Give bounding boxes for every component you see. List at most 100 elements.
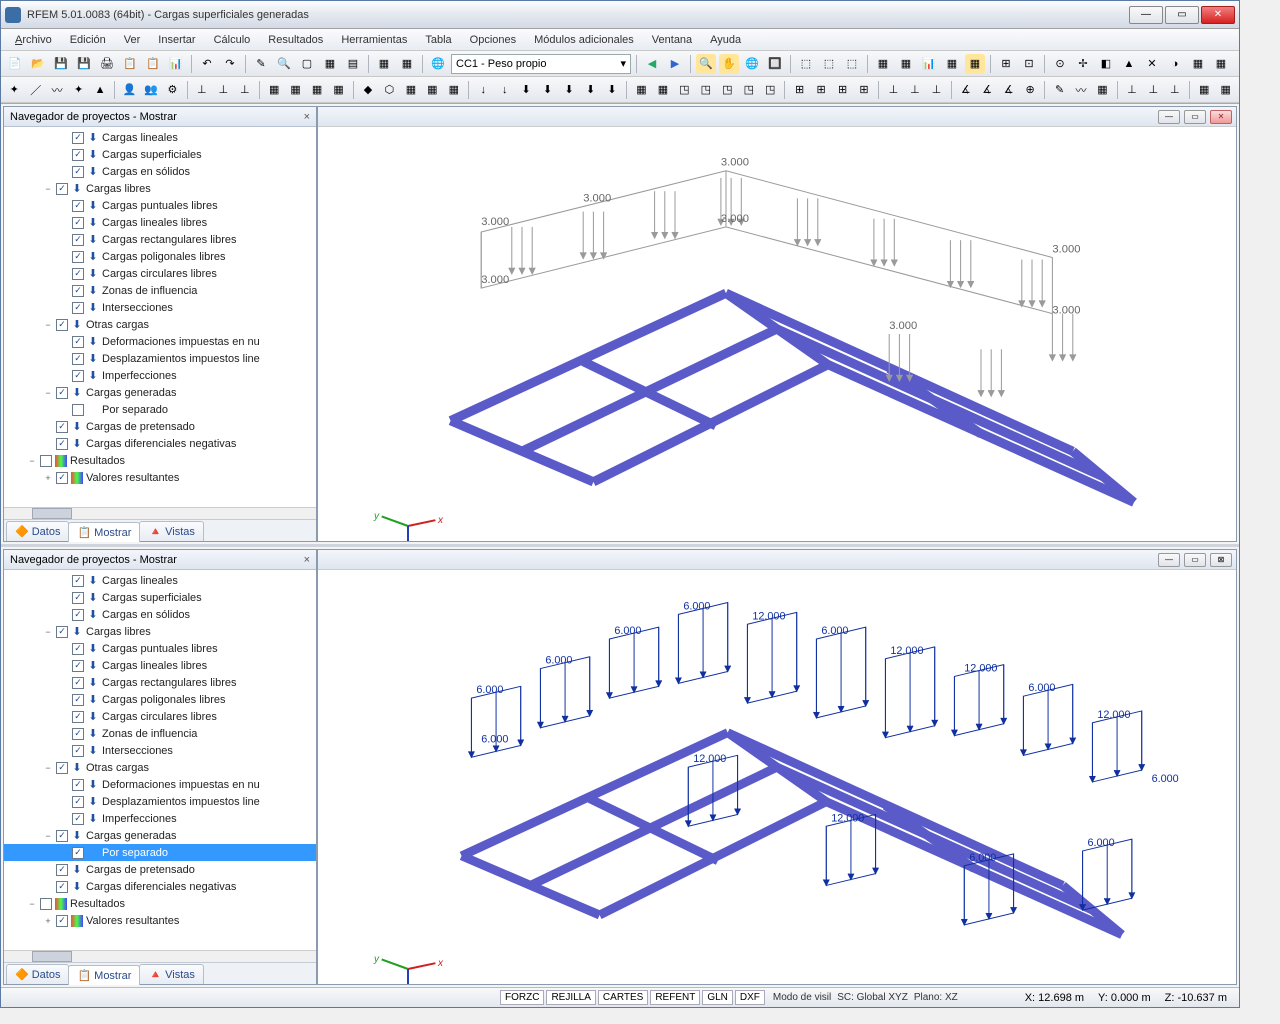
checkbox[interactable]: ✓ <box>72 149 84 161</box>
expander-icon[interactable] <box>58 166 70 178</box>
checkbox[interactable]: ✓ <box>72 592 84 604</box>
tab-mostrar[interactable]: 📋Mostrar <box>68 522 140 542</box>
checkbox[interactable]: ✓ <box>56 881 68 893</box>
tb2-l-icon[interactable]: ▦ <box>265 80 283 100</box>
expander-icon[interactable] <box>58 796 70 808</box>
status-cartes[interactable]: CARTES <box>598 990 648 1005</box>
tb-a-icon[interactable]: ✎ <box>251 54 271 74</box>
checkbox[interactable]: ✓ <box>72 217 84 229</box>
tb-b-icon[interactable]: 🔍 <box>274 54 294 74</box>
tree-top[interactable]: ✓⬇Cargas lineales✓⬇Cargas superficiales✓… <box>4 127 316 507</box>
tb-z3-icon[interactable]: ◧ <box>1096 54 1116 74</box>
tree-item-imperfecciones[interactable]: ✓⬇Imperfecciones <box>4 367 316 384</box>
tb2-d-icon[interactable]: ✦ <box>69 80 87 100</box>
checkbox[interactable]: ✓ <box>72 200 84 212</box>
tb2-j-icon[interactable]: ⊥ <box>214 80 232 100</box>
expander-icon[interactable]: + <box>42 472 54 484</box>
tree-hscroll-b[interactable] <box>4 950 316 962</box>
tb2-qq-icon[interactable]: ∡ <box>978 80 996 100</box>
tb2-b-icon[interactable]: ／ <box>26 80 44 100</box>
tb2-cc-icon[interactable]: ▦ <box>654 80 672 100</box>
tb2-jj-icon[interactable]: ⊞ <box>812 80 830 100</box>
tb-redo-icon[interactable]: ↷ <box>220 54 240 74</box>
tree-item-otras_cargas[interactable]: −✓⬇Otras cargas <box>4 759 316 776</box>
tree-item-cargas_rectangulares_libres[interactable]: ✓⬇Cargas rectangulares libres <box>4 674 316 691</box>
tree-item-intersecciones[interactable]: ✓⬇Intersecciones <box>4 742 316 759</box>
tree-item-deformaciones_impuestas[interactable]: ✓⬇Deformaciones impuestas en nu <box>4 776 316 793</box>
vp-max-icon[interactable]: ▭ <box>1184 110 1206 124</box>
tb2-x-icon[interactable]: ⬇ <box>538 80 556 100</box>
tree-item-cargas_libres[interactable]: −✓⬇Cargas libres <box>4 623 316 640</box>
checkbox[interactable]: ✓ <box>72 660 84 672</box>
checkbox[interactable]: ✓ <box>56 915 68 927</box>
tb2-ss-icon[interactable]: ⊕ <box>1021 80 1039 100</box>
tree-item-cargas_superficiales[interactable]: ✓⬇Cargas superficiales <box>4 589 316 606</box>
checkbox[interactable]: ✓ <box>56 387 68 399</box>
tree-item-cargas_diferenciales[interactable]: ✓⬇Cargas diferenciales negativas <box>4 878 316 895</box>
vp-close-icon[interactable]: ✕ <box>1210 110 1232 124</box>
tb2-az-icon[interactable]: ▦ <box>1216 80 1234 100</box>
tb-r3-icon[interactable]: 📊 <box>919 54 939 74</box>
tb2-f-icon[interactable]: 👤 <box>120 80 138 100</box>
tb-v2-icon[interactable]: ⬚ <box>819 54 839 74</box>
tb-f-icon[interactable]: ▦ <box>374 54 394 74</box>
tb2-u-icon[interactable]: ↓ <box>474 80 492 100</box>
checkbox[interactable]: ✓ <box>72 285 84 297</box>
tb2-aa-icon[interactable]: ⬇ <box>603 80 621 100</box>
tb-m1-icon[interactable]: 🔍 <box>696 54 716 74</box>
maximize-button[interactable]: ▭ <box>1165 6 1199 24</box>
menu-herramientas[interactable]: Herramientas <box>333 32 415 48</box>
tb2-s-icon[interactable]: ▦ <box>423 80 441 100</box>
tab-vistas-b[interactable]: 🔺Vistas <box>139 964 203 984</box>
expander-icon[interactable] <box>58 302 70 314</box>
tree-item-cargas_puntuales_libres[interactable]: ✓⬇Cargas puntuales libres <box>4 640 316 657</box>
tb-z1-icon[interactable]: ⊙ <box>1050 54 1070 74</box>
tree-item-cargas_generadas[interactable]: −✓⬇Cargas generadas <box>4 384 316 401</box>
expander-icon[interactable] <box>58 200 70 212</box>
tree-item-cargas_libres[interactable]: −✓⬇Cargas libres <box>4 180 316 197</box>
expander-icon[interactable] <box>58 285 70 297</box>
tb2-w-icon[interactable]: ⬇ <box>517 80 535 100</box>
tab-datos-b[interactable]: 🔶Datos <box>6 964 69 984</box>
tb-r5-icon[interactable]: ▦ <box>965 54 985 74</box>
vp-min-b-icon[interactable]: — <box>1158 553 1180 567</box>
expander-icon[interactable]: − <box>42 626 54 638</box>
menu-calculo[interactable]: Cálculo <box>206 32 259 48</box>
expander-icon[interactable]: − <box>26 455 38 467</box>
expander-icon[interactable]: − <box>42 319 54 331</box>
tb2-r-icon[interactable]: ▦ <box>402 80 420 100</box>
tb2-hh-icon[interactable]: ◳ <box>761 80 779 100</box>
checkbox[interactable]: ✓ <box>56 472 68 484</box>
expander-icon[interactable]: − <box>42 183 54 195</box>
tb-t2-icon[interactable]: ⊡ <box>1019 54 1039 74</box>
tree-item-valores_resultantes[interactable]: +✓Valores resultantes <box>4 469 316 486</box>
expander-icon[interactable] <box>58 813 70 825</box>
checkbox[interactable]: ✓ <box>72 609 84 621</box>
tree-item-cargas_lineales_libres[interactable]: ✓⬇Cargas lineales libres <box>4 214 316 231</box>
tb-r1-icon[interactable]: ▦ <box>873 54 893 74</box>
tb2-q-icon[interactable]: ⬡ <box>380 80 398 100</box>
tb2-kk-icon[interactable]: ⊞ <box>833 80 851 100</box>
tree-bottom[interactable]: ✓⬇Cargas lineales✓⬇Cargas superficiales✓… <box>4 570 316 950</box>
checkbox[interactable]: ✓ <box>56 421 68 433</box>
close-button[interactable]: ✕ <box>1201 6 1235 24</box>
tb-m3-icon[interactable]: 🌐 <box>742 54 762 74</box>
tree-hscroll[interactable] <box>4 507 316 519</box>
expander-icon[interactable] <box>58 745 70 757</box>
tree-item-cargas_diferenciales[interactable]: ✓⬇Cargas diferenciales negativas <box>4 435 316 452</box>
checkbox[interactable]: ✓ <box>72 234 84 246</box>
checkbox[interactable]: ✓ <box>72 694 84 706</box>
expander-icon[interactable] <box>58 353 70 365</box>
tb2-y-icon[interactable]: ⬇ <box>560 80 578 100</box>
checkbox[interactable]: ✓ <box>72 847 84 859</box>
tb-z6-icon[interactable]: ◑ <box>1165 54 1185 74</box>
expander-icon[interactable]: − <box>42 762 54 774</box>
tree-item-por_separado[interactable]: ✓Por separado <box>4 401 316 418</box>
tree-item-cargas_en_solidos[interactable]: ✓⬇Cargas en sólidos <box>4 606 316 623</box>
tb-m2-icon[interactable]: ✋ <box>719 54 739 74</box>
tree-item-zonas_de_influencia[interactable]: ✓⬇Zonas de influencia <box>4 282 316 299</box>
expander-icon[interactable] <box>58 728 70 740</box>
tree-item-cargas_superficiales[interactable]: ✓⬇Cargas superficiales <box>4 146 316 163</box>
tb-g-icon[interactable]: ▦ <box>397 54 417 74</box>
expander-icon[interactable] <box>58 677 70 689</box>
